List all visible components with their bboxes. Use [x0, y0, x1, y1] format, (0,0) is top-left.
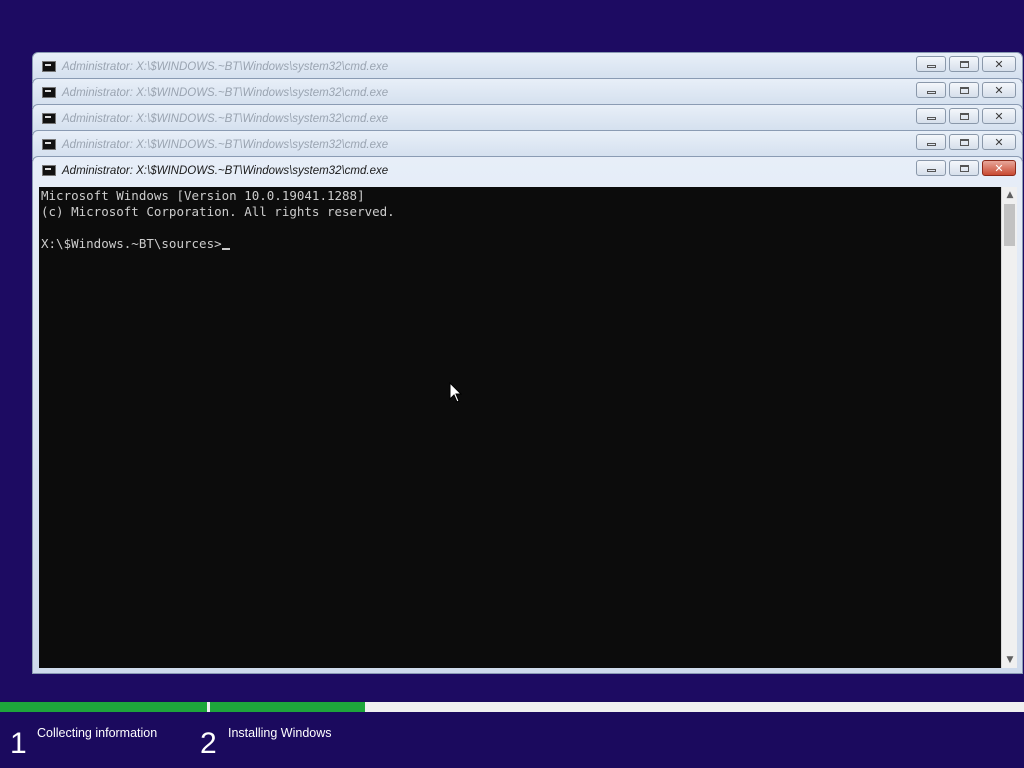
- console-line: Microsoft Windows [Version 10.0.19041.12…: [41, 188, 365, 203]
- step-label: Installing Windows: [228, 726, 332, 740]
- command-prompt: X:\$Windows.~BT\sources>: [41, 236, 222, 251]
- maximize-icon: [959, 112, 969, 120]
- maximize-icon: [959, 86, 969, 94]
- maximize-button[interactable]: [949, 108, 979, 124]
- cmd-icon: [42, 113, 56, 124]
- title-bar[interactable]: Administrator: X:\$WINDOWS.~BT\Windows\s…: [33, 105, 1022, 132]
- maximize-icon: [959, 138, 969, 146]
- command-prompt-line[interactable]: X:\$Windows.~BT\sources>: [41, 236, 999, 252]
- close-button[interactable]: ✕: [982, 56, 1016, 72]
- close-icon: ✕: [994, 83, 1004, 97]
- window-title: Administrator: X:\$WINDOWS.~BT\Windows\s…: [62, 60, 389, 73]
- scroll-down-icon[interactable]: ▼: [1002, 652, 1018, 668]
- window-title: Administrator: X:\$WINDOWS.~BT\Windows\s…: [62, 86, 389, 99]
- cmd-icon: [42, 61, 56, 72]
- minimize-icon: [926, 64, 936, 68]
- vertical-scrollbar[interactable]: ▲ ▼: [1001, 187, 1017, 668]
- maximize-button[interactable]: [949, 82, 979, 98]
- scroll-up-icon[interactable]: ▲: [1002, 187, 1018, 203]
- maximize-button[interactable]: [949, 56, 979, 72]
- setup-progress-bar: [0, 702, 1024, 712]
- step-number: 1: [10, 727, 27, 760]
- close-icon: ✕: [994, 135, 1004, 149]
- minimize-button[interactable]: [916, 134, 946, 150]
- minimize-icon: [926, 116, 936, 120]
- maximize-button[interactable]: [949, 160, 979, 176]
- cmd-icon: [42, 165, 56, 176]
- close-button[interactable]: ✕: [982, 160, 1016, 176]
- mouse-pointer-icon: [449, 382, 463, 403]
- step-label: Collecting information: [37, 726, 158, 740]
- cmd-icon: [42, 87, 56, 98]
- title-bar[interactable]: Administrator: X:\$WINDOWS.~BT\Windows\s…: [33, 131, 1022, 158]
- minimize-button[interactable]: [916, 160, 946, 176]
- close-button[interactable]: ✕: [982, 108, 1016, 124]
- cmd-window-active[interactable]: Administrator: X:\$WINDOWS.~BT\Windows\s…: [32, 156, 1023, 674]
- text-cursor: [221, 248, 230, 250]
- scrollbar-thumb[interactable]: [1004, 204, 1015, 246]
- close-button[interactable]: ✕: [982, 82, 1016, 98]
- title-bar[interactable]: Administrator: X:\$WINDOWS.~BT\Windows\s…: [33, 53, 1022, 80]
- close-icon: ✕: [994, 109, 1004, 123]
- close-button[interactable]: ✕: [982, 134, 1016, 150]
- progress-segment-collecting: [0, 702, 207, 712]
- console-output[interactable]: Microsoft Windows [Version 10.0.19041.12…: [39, 187, 1001, 668]
- minimize-icon: [926, 90, 936, 94]
- minimize-icon: [926, 142, 936, 146]
- step-number: 2: [200, 727, 217, 760]
- maximize-icon: [959, 60, 969, 68]
- window-title: Administrator: X:\$WINDOWS.~BT\Windows\s…: [62, 112, 389, 125]
- window-title: Administrator: X:\$WINDOWS.~BT\Windows\s…: [62, 164, 389, 177]
- console-line: (c) Microsoft Corporation. All rights re…: [41, 204, 395, 219]
- close-icon: ✕: [994, 57, 1004, 71]
- close-icon: ✕: [994, 161, 1004, 175]
- title-bar[interactable]: Administrator: X:\$WINDOWS.~BT\Windows\s…: [33, 79, 1022, 106]
- progress-segment-installing: [210, 702, 365, 712]
- setup-steps: 1 Collecting information 2 Installing Wi…: [0, 712, 1024, 768]
- maximize-icon: [959, 164, 969, 172]
- minimize-button[interactable]: [916, 82, 946, 98]
- minimize-icon: [926, 168, 936, 172]
- title-bar[interactable]: Administrator: X:\$WINDOWS.~BT\Windows\s…: [33, 157, 1022, 184]
- minimize-button[interactable]: [916, 56, 946, 72]
- window-title: Administrator: X:\$WINDOWS.~BT\Windows\s…: [62, 138, 389, 151]
- cmd-icon: [42, 139, 56, 150]
- minimize-button[interactable]: [916, 108, 946, 124]
- maximize-button[interactable]: [949, 134, 979, 150]
